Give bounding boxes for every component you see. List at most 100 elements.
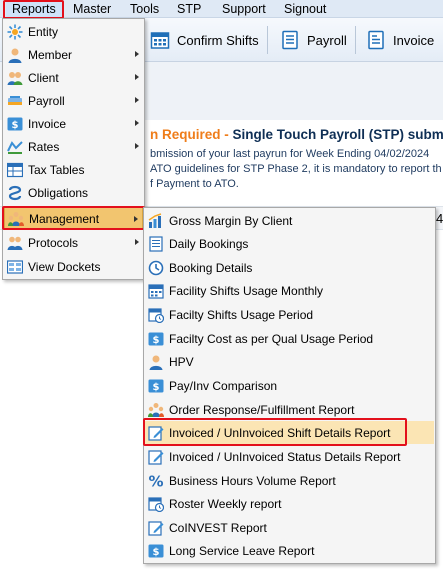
- mgmt-item-facility-cost[interactable]: $ Facilty Cost as per Qual Usage Period: [145, 327, 434, 350]
- strip-number: 4: [436, 211, 443, 226]
- mgmt-item-hpv[interactable]: HPV: [145, 350, 434, 373]
- booking-details-icon: [148, 260, 164, 275]
- reports-item-label: Tax Tables: [28, 162, 85, 177]
- menu-support[interactable]: Support: [216, 0, 272, 18]
- mgmt-item-roster-weekly[interactable]: Roster Weekly report: [145, 492, 434, 515]
- rates-icon: [7, 140, 23, 154]
- calendar-clock-icon: [148, 496, 164, 512]
- percent-icon: %: [148, 473, 163, 489]
- mgmt-item-label: Gross Margin By Client: [169, 213, 293, 228]
- daily-bookings-icon: [149, 235, 163, 252]
- mgmt-item-gross-margin[interactable]: Gross Margin By Client: [145, 209, 434, 232]
- submenu-arrow-icon: [135, 51, 139, 57]
- invoice-icon: $: [7, 117, 23, 131]
- mgmt-item-booking-details[interactable]: Booking Details: [145, 256, 434, 279]
- confirm-shifts-label: Confirm Shifts: [177, 32, 259, 48]
- svg-text:$: $: [12, 120, 19, 131]
- reports-item-label: View Dockets: [28, 259, 101, 274]
- svg-text:$: $: [153, 382, 160, 393]
- mgmt-item-label: Facility Shifts Usage Monthly: [169, 283, 324, 298]
- reports-item-label: Member: [28, 47, 73, 62]
- reports-menu: Entity Member Client Payroll $ Invoice R…: [2, 18, 145, 280]
- mgmt-item-label: Business Hours Volume Report: [169, 473, 336, 488]
- client-icon: [7, 71, 23, 85]
- mgmt-item-label: Facilty Shifts Usage Period: [169, 307, 314, 322]
- edit-report-icon: [148, 449, 164, 465]
- menu-stp[interactable]: STP: [171, 0, 207, 18]
- tax-tables-icon: [7, 162, 23, 177]
- reports-item-tax-tables[interactable]: Tax Tables: [4, 158, 143, 181]
- mgmt-item-long-service-leave[interactable]: $ Long Service Leave Report: [145, 539, 434, 562]
- member-icon: [8, 48, 22, 63]
- obligations-icon: [8, 185, 22, 200]
- mgmt-item-label: Facilty Cost as per Qual Usage Period: [169, 331, 374, 346]
- payroll-doc-icon: [282, 30, 298, 50]
- reports-item-rates[interactable]: Rates: [4, 135, 143, 158]
- invoice-button[interactable]: Invoice: [366, 27, 434, 53]
- reports-item-view-dockets[interactable]: View Dockets: [4, 255, 143, 278]
- bar-chart-icon: [148, 212, 162, 228]
- reports-item-label: Obligations: [28, 185, 89, 200]
- reports-item-payroll[interactable]: Payroll: [4, 89, 143, 112]
- payroll-label: Payroll: [307, 32, 347, 48]
- reports-item-obligations[interactable]: Obligations: [4, 181, 143, 204]
- view-dockets-icon: [7, 259, 23, 274]
- reports-item-invoice[interactable]: $ Invoice: [4, 112, 143, 135]
- reports-item-label: Rates: [28, 139, 60, 154]
- calendar-clock-icon: [148, 307, 164, 323]
- notice-line: f Payment to ATO.: [150, 178, 239, 190]
- toolbar-divider: [355, 26, 356, 54]
- entity-icon: [7, 24, 23, 39]
- edit-report-icon: [148, 520, 164, 536]
- toolbar-divider: [267, 26, 268, 54]
- dollar-icon: $: [148, 544, 164, 558]
- reports-item-label: Entity: [28, 24, 59, 39]
- svg-text:%: %: [148, 473, 163, 489]
- svg-text:$: $: [153, 335, 160, 346]
- calendar-icon: [148, 283, 164, 299]
- protocols-icon: [7, 236, 23, 250]
- mgmt-item-facility-shifts-period[interactable]: Facilty Shifts Usage Period: [145, 303, 434, 326]
- mgmt-item-label: Booking Details: [169, 260, 253, 275]
- mgmt-item-facility-shifts-monthly[interactable]: Facility Shifts Usage Monthly: [145, 279, 434, 302]
- dollar-icon: $: [148, 379, 164, 393]
- payroll-icon: [8, 95, 22, 105]
- calendar-icon: [150, 32, 170, 49]
- menu-signout[interactable]: Signout: [278, 0, 332, 18]
- invoiced-shift-highlight-box: [143, 418, 407, 446]
- team-icon: [148, 402, 164, 417]
- mgmt-item-label: Long Service Leave Report: [169, 543, 315, 558]
- mgmt-item-label: Roster Weekly report: [169, 496, 282, 511]
- payroll-button[interactable]: Payroll: [280, 27, 347, 53]
- mgmt-item-pay-inv-comparison[interactable]: $ Pay/Inv Comparison: [145, 374, 434, 397]
- mgmt-item-daily-bookings[interactable]: Daily Bookings: [145, 232, 434, 255]
- submenu-arrow-icon: [135, 239, 139, 245]
- person-icon: [149, 355, 163, 370]
- notice-line: ATO guidelines for STP Phase 2, it is ma…: [150, 163, 442, 175]
- menu-master[interactable]: Master: [67, 0, 117, 18]
- mgmt-item-business-hours-volume[interactable]: % Business Hours Volume Report: [145, 469, 434, 492]
- mgmt-item-coinvest[interactable]: CoINVEST Report: [145, 516, 434, 539]
- menu-bar: Reports Master Tools STP Support Signout: [0, 0, 443, 18]
- svg-text:$: $: [153, 547, 160, 558]
- mgmt-item-label: Daily Bookings: [169, 236, 249, 251]
- mgmt-item-label: Pay/Inv Comparison: [169, 378, 278, 393]
- submenu-arrow-icon: [135, 74, 139, 80]
- invoice-label: Invoice: [393, 32, 435, 48]
- reports-item-member[interactable]: Member: [4, 43, 143, 66]
- confirm-shifts-button[interactable]: Confirm Shifts: [150, 27, 259, 53]
- submenu-arrow-icon: [135, 97, 139, 103]
- reports-item-label: Payroll: [28, 93, 65, 108]
- reports-item-entity[interactable]: Entity: [4, 20, 143, 43]
- submenu-arrow-icon: [135, 143, 139, 149]
- reports-item-protocols[interactable]: Protocols: [4, 231, 143, 254]
- reports-item-client[interactable]: Client: [4, 66, 143, 89]
- notice-heading: n Required - Single Touch Payroll (STP) …: [150, 127, 443, 142]
- mgmt-item-label: HPV: [169, 354, 194, 369]
- mgmt-item-invoiced-status-details[interactable]: Invoiced / UnInvoiced Status Details Rep…: [145, 445, 434, 468]
- reports-item-label: Client: [28, 70, 59, 85]
- submenu-arrow-icon: [135, 120, 139, 126]
- mgmt-item-label: Invoiced / UnInvoiced Status Details Rep…: [169, 449, 401, 464]
- menu-tools[interactable]: Tools: [124, 0, 165, 18]
- reports-highlight-box: [3, 0, 64, 19]
